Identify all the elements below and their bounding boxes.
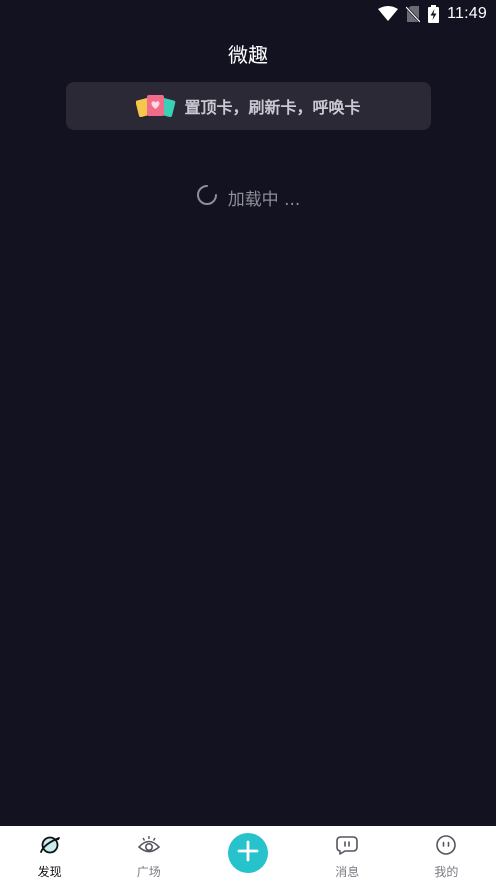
add-post-button[interactable] xyxy=(198,826,297,881)
nav-item-square[interactable]: 广场 xyxy=(99,826,198,881)
face-icon xyxy=(435,834,457,860)
nav-label-profile: 我的 xyxy=(434,865,459,879)
cards-icon xyxy=(136,93,176,119)
spinner-icon xyxy=(196,184,218,210)
promo-banner[interactable]: 置顶卡，刷新卡，呼唤卡 xyxy=(66,82,431,130)
nav-label-discover: 发现 xyxy=(37,865,62,879)
planet-icon xyxy=(39,834,61,860)
nav-item-profile[interactable]: 我的 xyxy=(397,826,496,881)
status-time: 11:49 xyxy=(447,5,487,22)
nav-label-square: 广场 xyxy=(136,865,161,879)
eye-icon xyxy=(137,834,161,860)
plus-icon xyxy=(237,840,259,866)
nav-item-messages[interactable]: 消息 xyxy=(298,826,397,881)
nav-item-discover[interactable]: 发现 xyxy=(0,826,99,881)
status-bar: 11:49 xyxy=(0,0,496,28)
add-button-circle xyxy=(228,832,268,873)
loading-text: 加载中 ... xyxy=(227,189,301,210)
nav-label-messages: 消息 xyxy=(335,865,360,879)
wifi-icon xyxy=(378,6,399,22)
no-sim-icon xyxy=(406,5,421,23)
loading-indicator: 加载中 ... xyxy=(0,184,496,210)
page-title: 微趣 xyxy=(228,43,268,67)
bottom-nav: 发现 广场 消息 我的 xyxy=(0,826,496,881)
chat-bubble-icon xyxy=(335,834,359,860)
battery-charging-icon xyxy=(428,5,440,23)
promo-text: 置顶卡，刷新卡，呼唤卡 xyxy=(184,98,361,117)
